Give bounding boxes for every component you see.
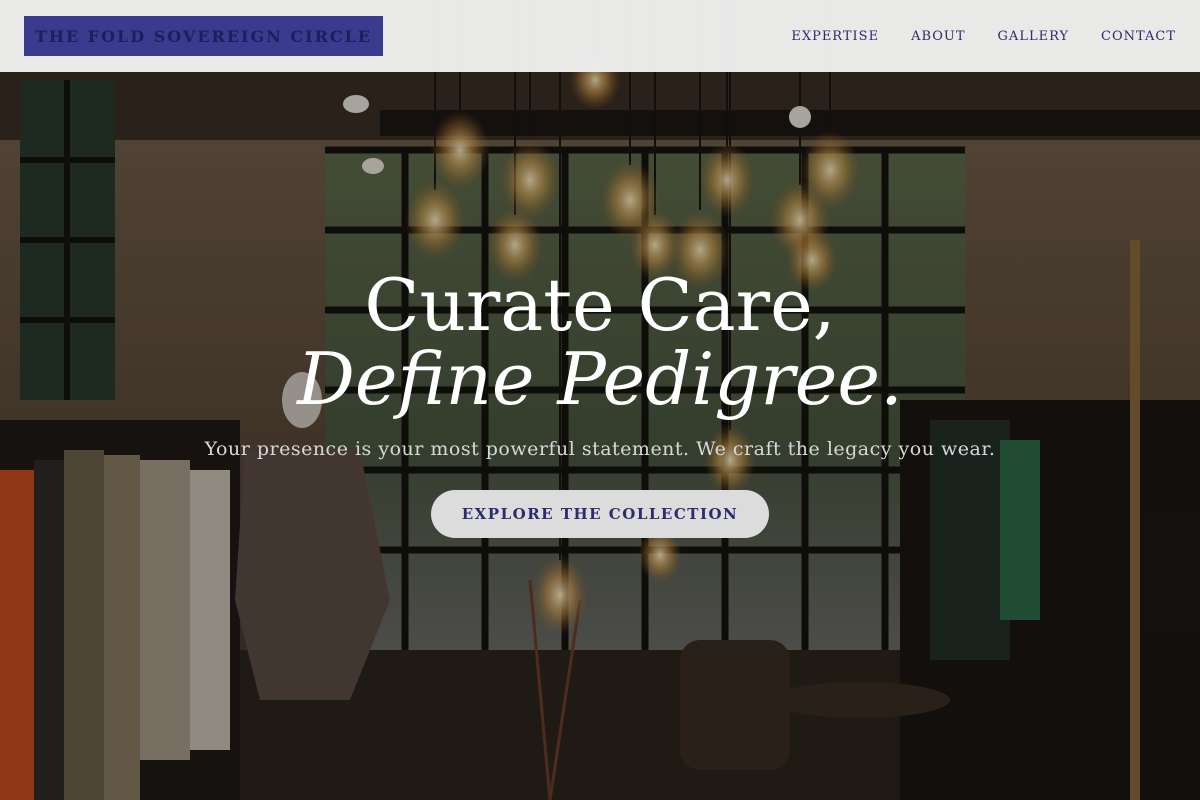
hero-subtitle: Your presence is your most powerful stat… <box>204 438 996 460</box>
nav-link-gallery[interactable]: GALLERY <box>998 29 1070 44</box>
page: THE FOLD SOVEREIGN CIRCLE EXPERTISE ABOU… <box>0 0 1200 800</box>
site-logo[interactable]: THE FOLD SOVEREIGN CIRCLE <box>24 16 383 56</box>
site-header: THE FOLD SOVEREIGN CIRCLE EXPERTISE ABOU… <box>0 0 1200 72</box>
hero-title-line-2: Define Pedigree. <box>297 337 903 421</box>
hero-section: Curate Care, Define Pedigree. Your prese… <box>0 240 1200 538</box>
hero-title-line-1: Curate Care, <box>364 263 836 347</box>
nav-link-contact[interactable]: CONTACT <box>1101 29 1176 44</box>
nav-link-about[interactable]: ABOUT <box>911 29 965 44</box>
main-nav: EXPERTISE ABOUT GALLERY CONTACT <box>791 0 1176 72</box>
explore-collection-button[interactable]: EXPLORE THE COLLECTION <box>431 490 769 538</box>
nav-link-expertise[interactable]: EXPERTISE <box>791 29 879 44</box>
